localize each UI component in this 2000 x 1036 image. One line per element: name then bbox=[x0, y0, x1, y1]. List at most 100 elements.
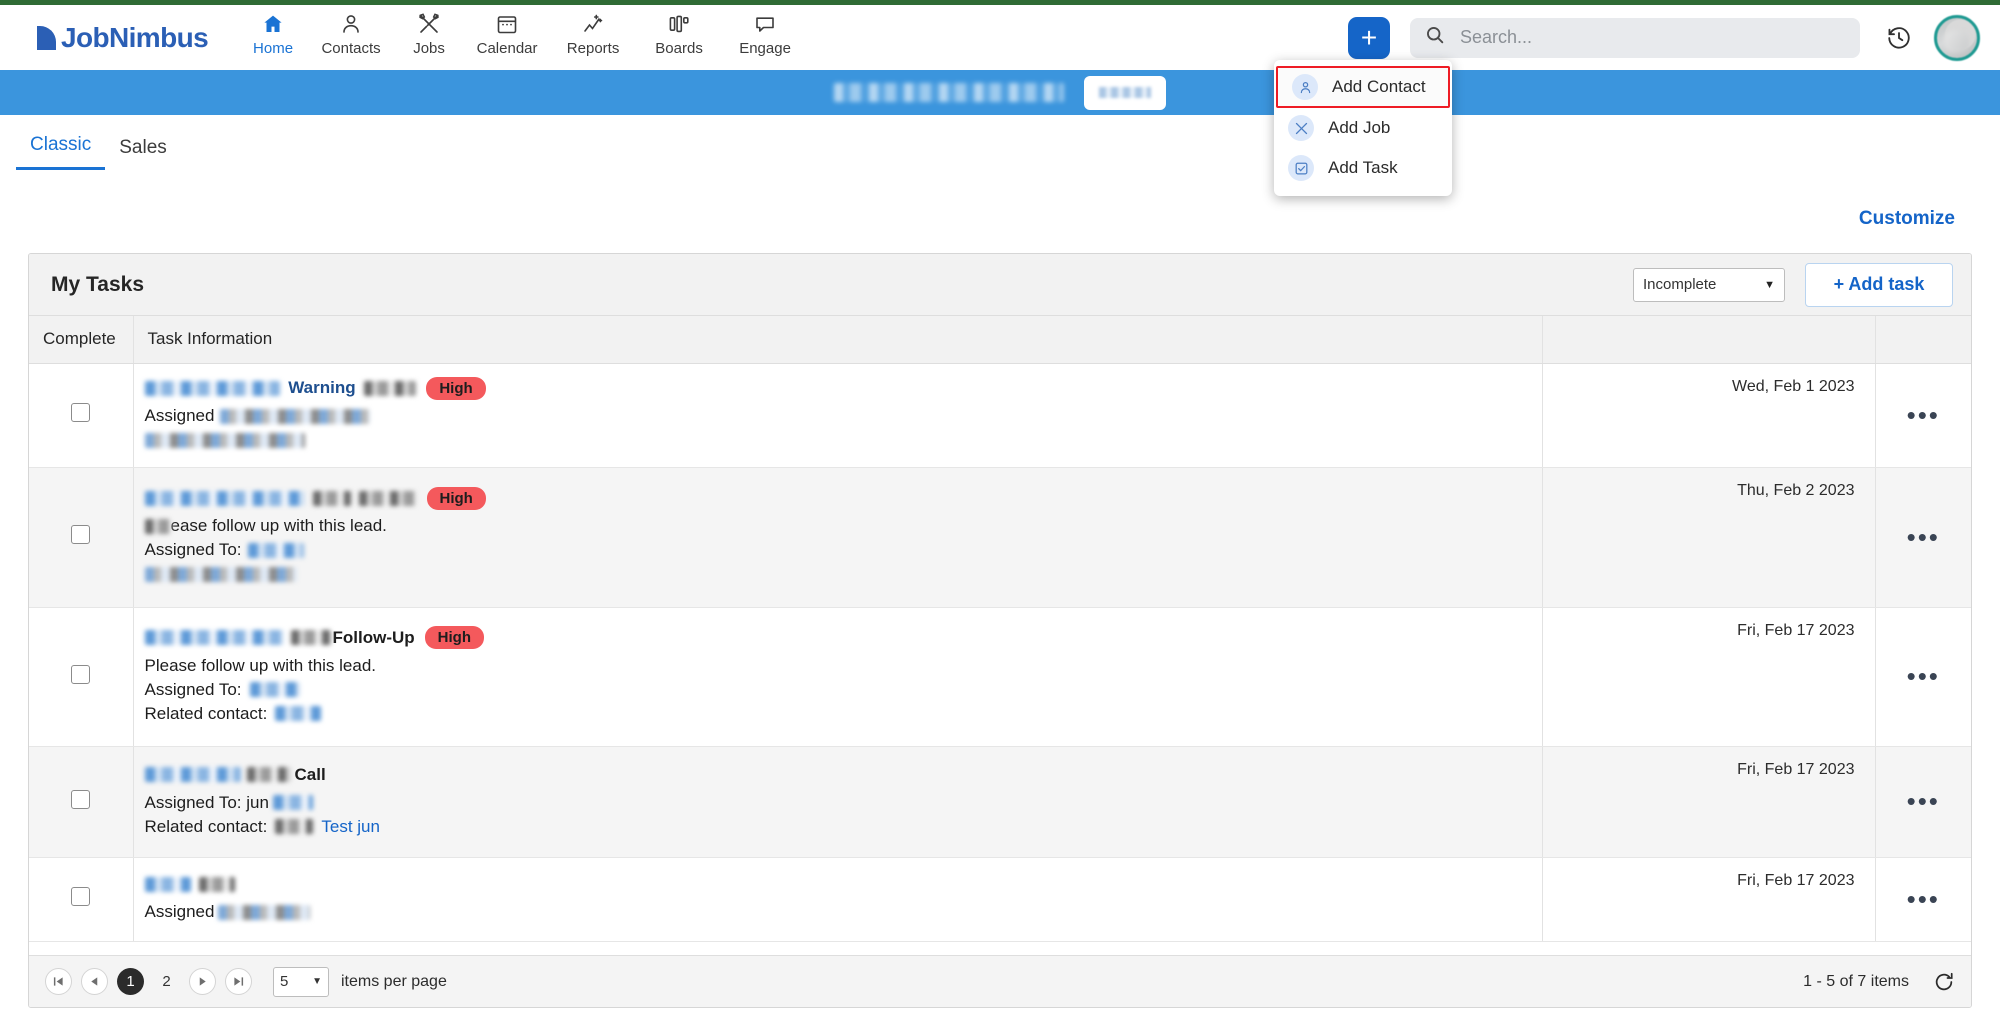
tab-classic[interactable]: Classic bbox=[16, 134, 105, 170]
pagination-last-button[interactable] bbox=[225, 968, 252, 995]
my-tasks-header-actions: Incomplete ▼ + Add task bbox=[1633, 263, 1953, 307]
row-actions-menu-icon[interactable]: ••• bbox=[1907, 884, 1940, 914]
tasks-table: Complete Task Information Warning bbox=[29, 316, 1971, 942]
redacted-text bbox=[145, 519, 171, 534]
nav-label-engage: Engage bbox=[739, 40, 791, 57]
task-info-cell: Assigned bbox=[133, 857, 1542, 941]
calendar-icon bbox=[495, 11, 519, 37]
task-complete-checkbox[interactable] bbox=[71, 403, 90, 422]
redacted-text bbox=[291, 630, 331, 645]
task-description-line: Please follow up with this lead. bbox=[145, 655, 1541, 677]
task-complete-checkbox[interactable] bbox=[71, 887, 90, 906]
pagination-prev-button[interactable] bbox=[81, 968, 108, 995]
menu-item-add-contact[interactable]: Add Contact bbox=[1276, 66, 1450, 108]
task-related-label: Related contact: bbox=[145, 817, 268, 837]
pagination-first-button[interactable] bbox=[45, 968, 72, 995]
tab-sales[interactable]: Sales bbox=[105, 137, 181, 170]
app-logo[interactable]: JobNimbus bbox=[37, 5, 208, 70]
items-per-page-select[interactable]: 5 ▼ bbox=[273, 967, 329, 997]
main-nav: Home Contacts Jobs bbox=[238, 5, 808, 70]
customize-link[interactable]: Customize bbox=[1859, 208, 1955, 230]
chart-sparkle-icon bbox=[581, 11, 605, 37]
task-assigned-line: Assigned To: bbox=[145, 679, 1541, 701]
task-title-line: High bbox=[145, 487, 1541, 509]
redacted-text bbox=[145, 491, 305, 506]
table-row[interactable]: Call Assigned To: jun Related contact: T… bbox=[29, 746, 1971, 857]
home-icon bbox=[261, 11, 285, 37]
nav-label-home: Home bbox=[253, 40, 293, 57]
redacted-text bbox=[359, 491, 417, 506]
task-complete-cell bbox=[29, 857, 133, 941]
menu-label-add-task: Add Task bbox=[1328, 158, 1398, 178]
items-per-page-value: 5 bbox=[280, 973, 288, 990]
menu-item-add-task[interactable]: Add Task bbox=[1274, 148, 1452, 188]
row-actions-menu-icon[interactable]: ••• bbox=[1907, 786, 1940, 816]
nav-item-boards[interactable]: Boards bbox=[636, 11, 722, 57]
nav-label-calendar: Calendar bbox=[477, 40, 538, 57]
task-date-cell: Wed, Feb 1 2023 bbox=[1542, 363, 1875, 467]
task-complete-checkbox[interactable] bbox=[71, 790, 90, 809]
task-assigned-label: Assigned bbox=[145, 902, 215, 922]
user-avatar[interactable] bbox=[1934, 15, 1980, 61]
menu-item-add-job[interactable]: Add Job bbox=[1274, 108, 1452, 148]
row-actions-menu-icon[interactable]: ••• bbox=[1907, 400, 1940, 430]
pagination-next-button[interactable] bbox=[189, 968, 216, 995]
global-search[interactable] bbox=[1410, 18, 1860, 58]
row-actions-menu-icon[interactable]: ••• bbox=[1907, 522, 1940, 552]
task-related-label: Related contact: bbox=[145, 704, 268, 724]
table-row[interactable]: Warning High Assigned Wed, Feb 1 bbox=[29, 363, 1971, 467]
task-related-line: Related contact: bbox=[145, 703, 1541, 725]
column-header-date bbox=[1542, 316, 1875, 363]
pagination-page-2[interactable]: 2 bbox=[153, 968, 180, 995]
redacted-text bbox=[273, 795, 313, 810]
redacted-text bbox=[313, 491, 351, 506]
task-related-line bbox=[145, 429, 1541, 451]
nav-item-calendar[interactable]: Calendar bbox=[464, 11, 550, 57]
task-menu-cell: ••• bbox=[1875, 857, 1971, 941]
nav-item-engage[interactable]: Engage bbox=[722, 11, 808, 57]
table-row[interactable]: Follow-Up High Please follow up with thi… bbox=[29, 607, 1971, 746]
history-clock-icon[interactable] bbox=[1886, 25, 1912, 51]
task-complete-checkbox[interactable] bbox=[71, 525, 90, 544]
row-actions-menu-icon[interactable]: ••• bbox=[1907, 661, 1940, 691]
nav-item-jobs[interactable]: Jobs bbox=[394, 11, 464, 57]
view-tabs: Classic Sales bbox=[0, 115, 2000, 170]
task-related-line bbox=[145, 563, 1541, 585]
add-new-dropdown-menu: Add Contact Add Job Add Task bbox=[1274, 60, 1452, 196]
table-row[interactable]: High ease follow up with this lead. Assi… bbox=[29, 467, 1971, 607]
task-title-line: Call bbox=[145, 764, 1541, 786]
page-title: My Tasks bbox=[51, 273, 144, 297]
task-title-line: Warning High bbox=[145, 377, 1541, 399]
task-assigned-line: Assigned bbox=[145, 901, 1541, 923]
table-pagination-footer: 1 2 5 ▼ items per page 1 - 5 of 7 items bbox=[29, 955, 1971, 1007]
redacted-text bbox=[220, 409, 370, 424]
checkbox-icon bbox=[1288, 155, 1314, 181]
banner-action-button[interactable] bbox=[1084, 76, 1166, 110]
redacted-text bbox=[364, 381, 416, 396]
person-icon bbox=[339, 11, 363, 37]
add-new-button[interactable]: + bbox=[1348, 17, 1390, 59]
priority-badge: High bbox=[425, 626, 484, 649]
nav-item-contacts[interactable]: Contacts bbox=[308, 11, 394, 57]
task-complete-cell bbox=[29, 467, 133, 607]
redacted-text bbox=[145, 767, 241, 782]
redacted-text bbox=[199, 877, 235, 892]
task-description: Please follow up with this lead. bbox=[145, 656, 377, 676]
add-task-button[interactable]: + Add task bbox=[1805, 263, 1953, 307]
task-related-line: Related contact: Test jun bbox=[145, 816, 1541, 838]
task-title-line: Follow-Up High bbox=[145, 627, 1541, 649]
task-assigned-line: Assigned To: jun bbox=[145, 792, 1541, 814]
search-input[interactable] bbox=[1458, 26, 1846, 49]
task-info-cell: High ease follow up with this lead. Assi… bbox=[133, 467, 1542, 607]
task-status-filter-value: Incomplete bbox=[1643, 276, 1716, 293]
menu-label-add-contact: Add Contact bbox=[1332, 77, 1426, 97]
redacted-text bbox=[247, 767, 291, 782]
pagination-page-1[interactable]: 1 bbox=[117, 968, 144, 995]
nav-item-home[interactable]: Home bbox=[238, 11, 308, 57]
table-row[interactable]: Assigned Fri, Feb 17 2023 ••• bbox=[29, 857, 1971, 941]
nav-item-reports[interactable]: Reports bbox=[550, 11, 636, 57]
task-status-filter[interactable]: Incomplete ▼ bbox=[1633, 268, 1785, 302]
task-related-contact-link[interactable]: Test jun bbox=[321, 817, 380, 837]
task-complete-checkbox[interactable] bbox=[71, 665, 90, 684]
refresh-icon[interactable] bbox=[1933, 971, 1955, 993]
